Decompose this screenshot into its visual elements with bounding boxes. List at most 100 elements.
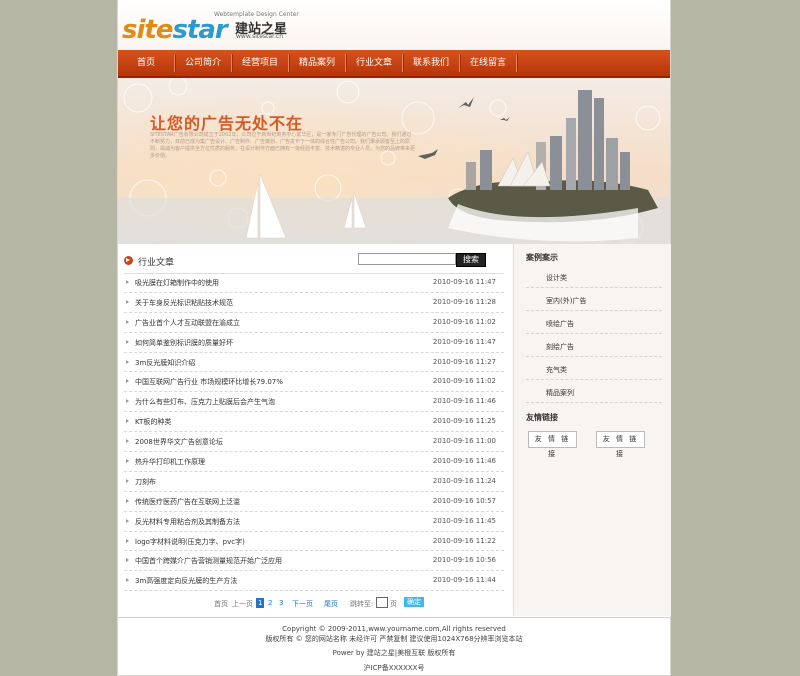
nav-item-cases[interactable]: 精品案列 [289, 50, 345, 76]
news-title[interactable]: logo字材料说明(压克力字、pvc字) [135, 537, 245, 547]
news-date: 2010-09-16 11:27 [432, 357, 496, 366]
arrow-icon [126, 578, 129, 583]
list-item[interactable]: 热升华打印机工作原理 2010-09-16 11:46 [124, 452, 504, 472]
news-title[interactable]: 中国首个跨媒介广告营销测量规范开始广泛应用 [135, 556, 282, 566]
content-area: 行业文章 搜索 吸光膜在灯箱制作中的使用 2010-09-16 11:47 关于车… [118, 244, 671, 616]
arrow-icon [126, 299, 129, 304]
sidebar-item-inflatable[interactable]: 充气类 [526, 357, 662, 380]
nav-item-contact[interactable]: 联系我们 [403, 50, 459, 76]
list-item[interactable]: 吸光膜在灯箱制作中的使用 2010-09-16 11:47 [124, 273, 504, 293]
news-date: 2010-09-16 11:47 [432, 278, 496, 286]
pager-prev[interactable]: 上一页 [232, 599, 253, 609]
news-date: 2010-09-16 11:46 [432, 397, 496, 406]
footer-notice: 版权所有 © 您的网站名称 未经许可 严禁复制 建议使用1024X768分辨率浏… [265, 635, 523, 643]
news-title[interactable]: 如何简单鉴别标识膜的质量好坏 [135, 338, 233, 348]
news-list: 吸光膜在灯箱制作中的使用 2010-09-16 11:47 关于车身反光标识粘贴技… [124, 273, 504, 592]
news-date: 2010-09-16 11:00 [432, 437, 496, 446]
list-item[interactable]: 如何简单鉴别标识膜的质量好坏 2010-09-16 11:47 [124, 333, 504, 353]
list-item[interactable]: 2008世界华文广告创意论坛 2010-09-16 11:00 [124, 432, 504, 453]
page: Webtemplate Design Center sitestar 建站之星 … [118, 0, 671, 676]
list-item[interactable]: 关于车身反光标识粘贴技术规范 2010-09-16 11:28 [124, 293, 504, 313]
news-date: 2010-09-16 11:46 [432, 457, 496, 466]
pager-go-button[interactable]: 确定 [404, 597, 424, 607]
pager-next[interactable]: 下一页 [292, 599, 313, 609]
sidebar-item-design[interactable]: 设计类 [526, 265, 662, 288]
logo-wordmark: sitestar [122, 15, 228, 45]
nav-item-articles[interactable]: 行业文章 [346, 50, 402, 76]
nav-item-business[interactable]: 经营项目 [232, 50, 288, 76]
section-title: 行业文章 [138, 258, 175, 268]
news-title[interactable]: 反光材料专用粘合剂及其制备方法 [135, 517, 240, 527]
list-item[interactable]: 广告业首个人才互动联盟在渝成立 2010-09-16 11:02 [124, 313, 504, 333]
news-title[interactable]: 广告业首个人才互动联盟在渝成立 [135, 318, 240, 328]
news-date: 2010-09-16 11:44 [432, 576, 496, 585]
sidebar-item-indoor[interactable]: 室内(外)广告 [526, 288, 662, 311]
banner-text: SITESTAR广告有限公司成立于2002年，公司位于新世纪商务中心繁华区，是一… [150, 132, 416, 159]
hero-banner: 让您的广告无处不在 SITESTAR广告有限公司成立于2002年，公司位于新世纪… [118, 78, 670, 244]
arrow-icon [126, 419, 129, 424]
pager-page-2[interactable]: 2 [268, 599, 272, 607]
logo-url: www.sitestar.cn [236, 33, 283, 40]
sidebar-item-spray[interactable]: 喷绘广告 [526, 311, 662, 334]
news-title[interactable]: KT板的种类 [135, 417, 171, 427]
case-list: 设计类 室内(外)广告 喷绘广告 刻绘广告 充气类 精品案列 [526, 265, 662, 403]
pager-first[interactable]: 首页 [214, 599, 228, 609]
list-item[interactable]: KT板的种类 2010-09-16 11:25 [124, 412, 504, 433]
footer-power: Power by 建站之星|美橙互联 版权所有 [332, 649, 456, 657]
arrow-icon [126, 339, 129, 344]
main-nav: 首页 公司简介 经营项目 精品案列 行业文章 联系我们 在线留言 [118, 50, 670, 78]
article-list-panel: 行业文章 搜索 吸光膜在灯箱制作中的使用 2010-09-16 11:47 关于车… [118, 244, 510, 616]
pager-page-unit: 页 [390, 600, 397, 608]
list-item[interactable]: 中国互联网广告行业 市场规模环比增长79.07% 2010-09-16 11:02 [124, 372, 504, 393]
news-title[interactable]: 3m反光膜知识介绍 [135, 358, 195, 368]
banner-title: 让您的广告无处不在 [150, 114, 304, 133]
news-title[interactable]: 吸光膜在灯箱制作中的使用 [135, 278, 219, 288]
arrow-icon [126, 459, 129, 464]
footer-icp: 沪ICP备XXXXXX号 [363, 664, 425, 672]
list-item[interactable]: logo字材料说明(压克力字、pvc字) 2010-09-16 11:22 [124, 532, 504, 552]
news-date: 2010-09-16 10:56 [432, 556, 496, 565]
list-item[interactable]: 3m高强度定向反光膜的生产方法 2010-09-16 11:44 [124, 571, 504, 592]
list-item[interactable]: 3m反光膜知识介绍 2010-09-16 11:27 [124, 353, 504, 373]
arrow-icon [126, 558, 129, 563]
news-title[interactable]: 为什么有些灯布、压克力上贴膜后会产生气泡 [135, 397, 275, 407]
footer: Copyright © 2009-2011,www.yourname.com,A… [118, 617, 670, 676]
list-item[interactable]: 反光材料专用粘合剂及其制备方法 2010-09-16 11:45 [124, 512, 504, 532]
news-title[interactable]: 热升华打印机工作原理 [135, 457, 205, 467]
list-item[interactable]: 传统医疗医药广告在互联网上泛滥 2010-09-16 10:57 [124, 492, 504, 512]
list-item[interactable]: 为什么有些灯布、压克力上贴膜后会产生气泡 2010-09-16 11:46 [124, 392, 504, 413]
arrow-icon [126, 518, 129, 523]
sidebar: 案例案示 设计类 室内(外)广告 喷绘广告 刻绘广告 充气类 精品案列 友情链接… [513, 244, 671, 616]
friend-link-button[interactable]: 友 情 链 接 [528, 431, 577, 458]
friend-link-button[interactable]: 友 情 链 接 [596, 431, 645, 458]
arrow-icon [126, 498, 129, 503]
news-title[interactable]: 传统医疗医药广告在互联网上泛滥 [135, 497, 240, 507]
list-item[interactable]: 刀刻布 2010-09-16 11:24 [124, 472, 504, 492]
list-item[interactable]: 中国首个跨媒介广告营销测量规范开始广泛应用 2010-09-16 10:56 [124, 551, 504, 572]
news-title[interactable]: 关于车身反光标识粘贴技术规范 [135, 298, 233, 308]
sidebar-item-featured[interactable]: 精品案列 [526, 380, 662, 403]
search-button[interactable]: 搜索 [456, 253, 486, 267]
nav-item-message[interactable]: 在线留言 [460, 50, 516, 76]
nav-item-home[interactable]: 首页 [118, 50, 174, 76]
news-title[interactable]: 3m高强度定向反光膜的生产方法 [135, 576, 237, 586]
sidebar-item-cut[interactable]: 刻绘广告 [526, 334, 662, 357]
news-title[interactable]: 2008世界华文广告创意论坛 [135, 437, 223, 447]
news-date: 2010-09-16 10:57 [432, 496, 496, 505]
search-input[interactable] [358, 253, 456, 265]
header: Webtemplate Design Center sitestar 建站之星 … [118, 0, 670, 50]
pager-current-page: 1 [256, 598, 265, 608]
arrow-icon [126, 359, 129, 364]
banner-illustration [118, 78, 670, 244]
links-title: 友情链接 [526, 413, 558, 422]
pager-jump-input[interactable] [376, 597, 388, 608]
arrow-icon [126, 439, 129, 444]
pager-page-3[interactable]: 3 [279, 599, 283, 607]
pager-last[interactable]: 尾页 [324, 599, 338, 609]
news-date: 2010-09-16 11:24 [432, 476, 496, 485]
pager-jump-label: 跳转至: [350, 600, 374, 608]
news-title[interactable]: 刀刻布 [135, 477, 156, 487]
news-title[interactable]: 中国互联网广告行业 市场规模环比增长79.07% [135, 377, 283, 387]
news-date: 2010-09-16 11:25 [432, 417, 496, 426]
nav-item-about[interactable]: 公司简介 [175, 50, 231, 76]
